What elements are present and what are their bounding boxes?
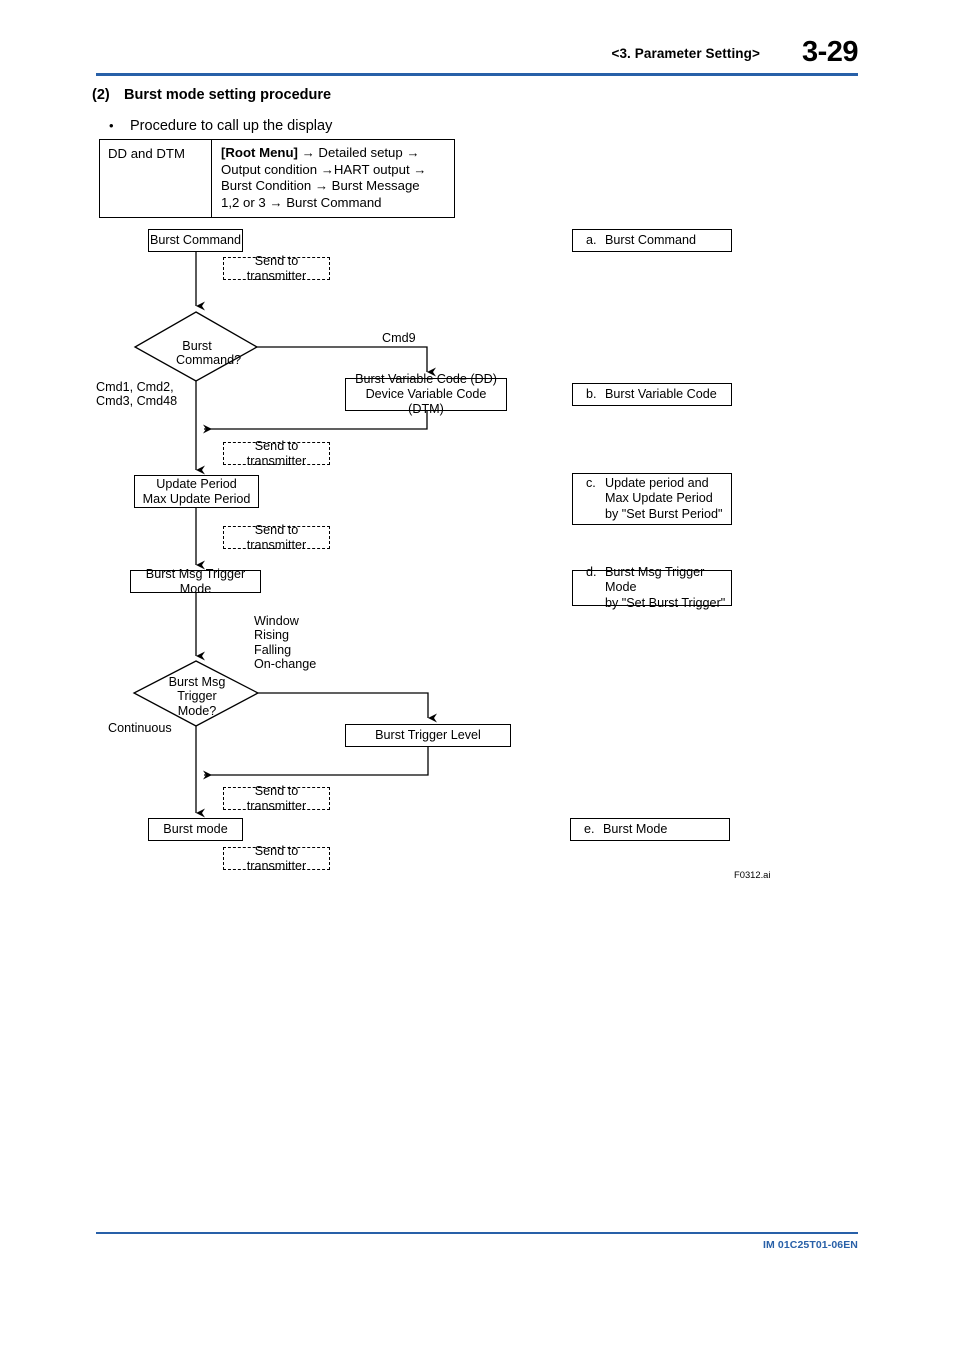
reference-key: a. — [586, 232, 597, 247]
note-send-to-transmitter-2: Send to transmitter — [223, 439, 330, 468]
reference-line: e. Burst Mode — [584, 822, 729, 838]
reference-box-b: b. Burst Variable Code — [572, 383, 732, 406]
reference-key: d. — [586, 564, 597, 579]
reference-key: c. — [586, 475, 596, 490]
decision-label-burst-msg-trigger: Burst Msg Trigger Mode? — [168, 675, 226, 718]
edge-label-cmd9: Cmd9 — [382, 331, 416, 345]
reference-key — [586, 507, 605, 523]
figure-reference: F0312.ai — [734, 869, 771, 880]
note-send-to-transmitter-1: Send to transmitter — [223, 254, 330, 283]
edge-label-cmd-list: Cmd1, Cmd2, Cmd3, Cmd48 — [96, 380, 178, 409]
footer-document-number: IM 01C25T01-06EN — [763, 1239, 858, 1251]
reference-text: Burst Msg Trigger Mode — [605, 564, 705, 595]
footer-divider — [96, 1232, 858, 1234]
reference-key — [586, 596, 605, 612]
reference-line: by "Set Burst Period" — [586, 507, 731, 523]
reference-text: Burst Mode — [603, 821, 668, 836]
reference-text: by "Set Burst Trigger" — [605, 595, 726, 610]
node-burst-mode[interactable]: Burst mode — [148, 818, 243, 841]
reference-text: Update period and — [605, 475, 709, 490]
reference-text: Burst Command — [605, 232, 696, 247]
flowchart-connectors — [132, 251, 437, 818]
reference-line: a. Burst Command — [586, 233, 731, 249]
reference-line: c. Update period and — [586, 476, 731, 492]
reference-line: by "Set Burst Trigger" — [586, 596, 731, 612]
node-burst-variable-code[interactable]: Burst Variable Code (DD) Device Variable… — [345, 372, 507, 416]
edge-label-trigger-options: Window Rising Falling On-change — [254, 614, 317, 672]
reference-line: d. Burst Msg Trigger Mode — [586, 565, 731, 596]
reference-text: Burst Variable Code — [605, 386, 717, 401]
note-send-to-transmitter-5: Send to transmitter — [223, 844, 330, 873]
edge-label-continuous: Continuous — [108, 721, 172, 735]
reference-key: e. — [584, 821, 595, 836]
decision-label-burst-command: Burst Command? — [176, 339, 242, 368]
reference-key — [586, 491, 605, 507]
reference-box-c: c. Update period and Max Update Period by "… — [572, 473, 732, 525]
note-send-to-transmitter-3: Send to transmitter — [223, 523, 330, 552]
reference-key: b. — [586, 386, 597, 401]
node-burst-msg-trigger-mode[interactable]: Burst Msg Trigger Mode — [130, 567, 261, 596]
node-update-period[interactable]: Update Period Max Update Period — [134, 475, 259, 508]
note-send-to-transmitter-4: Send to transmitter — [223, 784, 330, 813]
reference-text: Max Update Period — [605, 491, 713, 506]
reference-text: by "Set Burst Period" — [605, 506, 723, 521]
reference-box-d: d. Burst Msg Trigger Mode by "Set Burst Tr… — [572, 565, 732, 610]
burst-mode-flowchart: Burst Command Burst Command? Send to tra… — [0, 0, 954, 900]
reference-line: b. Burst Variable Code — [586, 387, 731, 403]
reference-box-e: e. Burst Mode — [570, 818, 730, 841]
reference-line: Max Update Period — [586, 491, 731, 507]
node-burst-command[interactable]: Burst Command — [148, 229, 243, 252]
node-burst-trigger-level[interactable]: Burst Trigger Level — [345, 724, 511, 747]
reference-box-a: a. Burst Command — [572, 229, 732, 252]
